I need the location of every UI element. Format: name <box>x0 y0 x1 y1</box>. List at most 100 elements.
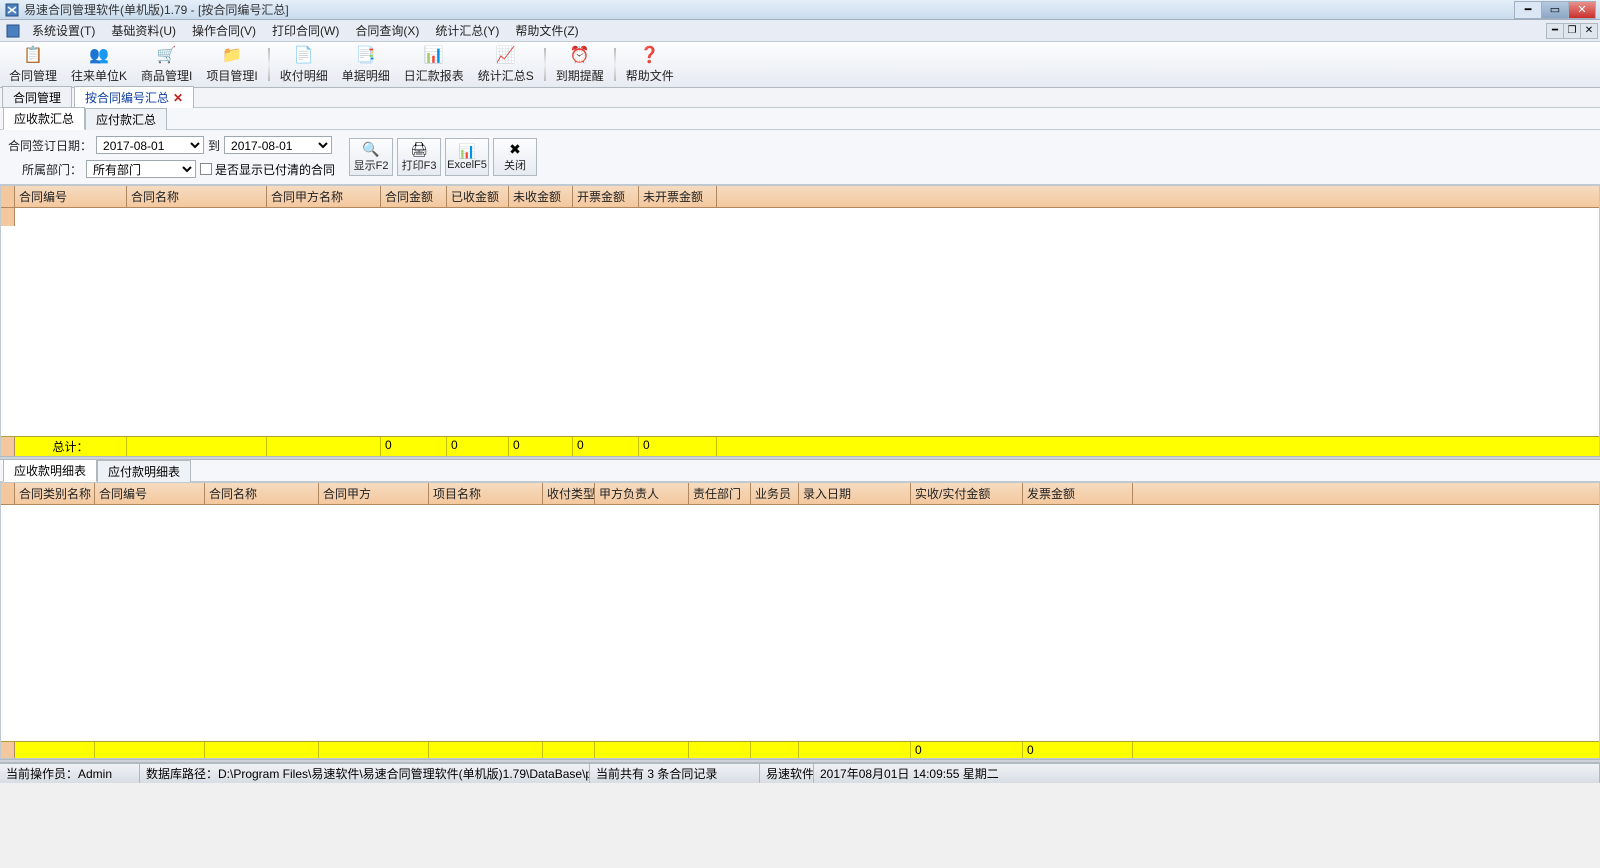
row-marker <box>1 742 15 758</box>
row-marker <box>1 437 15 456</box>
close-button[interactable]: ✕ <box>1568 1 1596 19</box>
column-header[interactable]: 合同编号 <box>15 186 127 207</box>
column-header[interactable]: 未收金额 <box>509 186 573 207</box>
menu-item[interactable]: 合同查询(X) <box>347 20 427 41</box>
document-tab[interactable]: 按合同编号汇总✕ <box>74 86 194 108</box>
toolbar-icon: 📑 <box>356 45 376 65</box>
column-header[interactable]: 合同名称 <box>205 483 319 504</box>
date-from-select[interactable]: 2017-08-01 <box>96 136 204 154</box>
total-cell: 0 <box>381 437 447 456</box>
toolbar-button[interactable]: 👥 往来单位K <box>64 44 134 85</box>
menu-item[interactable]: 操作合同(V) <box>184 20 264 41</box>
toolbar-button[interactable]: 📄 收付明细 <box>273 44 335 85</box>
maximize-button[interactable]: ▭ <box>1541 1 1569 19</box>
toolbar-separator <box>614 48 616 81</box>
row-marker <box>1 208 15 226</box>
menu-app-icon <box>5 23 21 39</box>
menu-item[interactable]: 系统设置(T) <box>24 20 103 41</box>
toolbar-icon: 📄 <box>294 45 314 65</box>
column-header[interactable]: 甲方负责人 <box>595 483 689 504</box>
column-header[interactable]: 合同甲方 <box>319 483 429 504</box>
mdi-window-buttons: ━ ❐ ✕ <box>1547 23 1598 39</box>
summary-total-row: 总计：00000 <box>1 436 1599 456</box>
toolbar-label: 统计汇总S <box>478 67 534 84</box>
column-header[interactable]: 项目名称 <box>429 483 543 504</box>
sub-tab[interactable]: 应付款明细表 <box>97 460 191 482</box>
column-header[interactable]: 录入日期 <box>799 483 911 504</box>
total-cell <box>267 437 381 456</box>
tab-close-icon[interactable]: ✕ <box>173 91 183 105</box>
column-header[interactable]: 发票金额 <box>1023 483 1133 504</box>
toolbar-button[interactable]: 📑单据明细 <box>335 44 397 85</box>
toolbar-label: 到期提醒 <box>556 67 604 84</box>
toolbar-icon: 👥 <box>89 45 109 65</box>
toolbar-button[interactable]: 📊日汇款报表 <box>397 44 471 85</box>
total-cell <box>429 742 543 758</box>
column-header[interactable]: 开票金额 <box>573 186 639 207</box>
toolbar-label: 收付明细 <box>280 67 328 84</box>
total-cell: 0 <box>447 437 509 456</box>
show-paid-checkbox[interactable]: 是否显示已付清的合同 <box>200 161 335 178</box>
menu-item[interactable]: 基础资料(U) <box>103 20 184 41</box>
total-cell <box>319 742 429 758</box>
mdi-close[interactable]: ✕ <box>1580 23 1598 39</box>
column-header[interactable]: 合同名称 <box>127 186 267 207</box>
total-cell <box>95 742 205 758</box>
column-header[interactable]: 收付类型 <box>543 483 595 504</box>
sub-tab[interactable]: 应收款汇总 <box>3 107 85 130</box>
dept-select[interactable]: 所有部门 <box>86 160 196 178</box>
status-record-count: 当前共有 3 条合同记录 <box>590 764 760 783</box>
column-header[interactable]: 未开票金额 <box>639 186 717 207</box>
filter-area: 合同签订日期： 2017-08-01 到 2017-08-01 所属部门： 所有… <box>0 130 1600 185</box>
toolbar-button[interactable]: 📋合同管理 <box>2 44 64 85</box>
column-header[interactable]: 实收/实付金额 <box>911 483 1023 504</box>
detail-grid-body[interactable] <box>1 505 1599 741</box>
menu-item[interactable]: 统计汇总(Y) <box>427 20 507 41</box>
column-header[interactable]: 已收金额 <box>447 186 509 207</box>
action-button[interactable]: 🔍显示F2 <box>349 138 393 176</box>
detail-total-row: 00 <box>1 741 1599 758</box>
menu-item[interactable]: 帮助文件(Z) <box>507 20 586 41</box>
dept-label: 所属部门： <box>8 161 82 178</box>
total-cell: 0 <box>639 437 717 456</box>
action-button[interactable]: 🖨打印F3 <box>397 138 441 176</box>
toolbar-button[interactable]: ⏰到期提醒 <box>549 44 611 85</box>
minimize-button[interactable]: ━ <box>1514 1 1542 19</box>
mdi-restore[interactable]: ❐ <box>1563 23 1581 39</box>
column-header[interactable]: 业务员 <box>751 483 799 504</box>
column-header[interactable]: 合同类别名称 <box>15 483 95 504</box>
toolbar-button[interactable]: 📁项目管理I <box>199 44 264 85</box>
action-label: 显示F2 <box>354 157 389 173</box>
sub-tab[interactable]: 应付款汇总 <box>85 108 167 130</box>
total-cell: 0 <box>573 437 639 456</box>
toolbar-button[interactable]: ❓帮助文件 <box>619 44 681 85</box>
action-label: ExcelF5 <box>447 159 487 171</box>
toolbar-icon: ❓ <box>640 45 660 65</box>
sub-tab[interactable]: 应收款明细表 <box>3 459 97 482</box>
toolbar-button[interactable]: 🛒商品管理I <box>134 44 199 85</box>
total-cell <box>205 742 319 758</box>
summary-grid: 合同编号合同名称合同甲方名称合同金额已收金额未收金额开票金额未开票金额 总计： 0… <box>0 185 1600 456</box>
summary-grid-body[interactable] <box>1 208 1599 436</box>
action-button[interactable]: 📊ExcelF5 <box>445 138 489 176</box>
menu-item[interactable]: 打印合同(W) <box>264 20 347 41</box>
document-tab[interactable]: 合同管理 <box>2 86 72 108</box>
total-cell: 0 <box>509 437 573 456</box>
column-header[interactable]: 合同编号 <box>95 483 205 504</box>
column-header[interactable]: 合同金额 <box>381 186 447 207</box>
toolbar-button[interactable]: 📈统计汇总S <box>471 44 541 85</box>
date-to-select[interactable]: 2017-08-01 <box>224 136 332 154</box>
total-cell: 0 <box>1023 742 1133 758</box>
toolbar-label: 商品管理I <box>141 67 192 84</box>
checkbox-icon <box>200 163 212 175</box>
total-cell <box>595 742 689 758</box>
mdi-minimize[interactable]: ━ <box>1546 23 1564 39</box>
action-button[interactable]: ✖关闭 <box>493 138 537 176</box>
action-label: 关闭 <box>504 157 526 173</box>
column-header[interactable]: 合同甲方名称 <box>267 186 381 207</box>
toolbar-label: 往来单位K <box>71 67 127 84</box>
total-cell <box>689 742 751 758</box>
column-header[interactable]: 责任部门 <box>689 483 751 504</box>
total-cell: 总计： <box>15 437 127 456</box>
main-toolbar: 📋合同管理 👥 往来单位K 🛒商品管理I📁项目管理I 📄 收付明细 📑单据明细📊日汇款报表📈… <box>0 42 1600 88</box>
